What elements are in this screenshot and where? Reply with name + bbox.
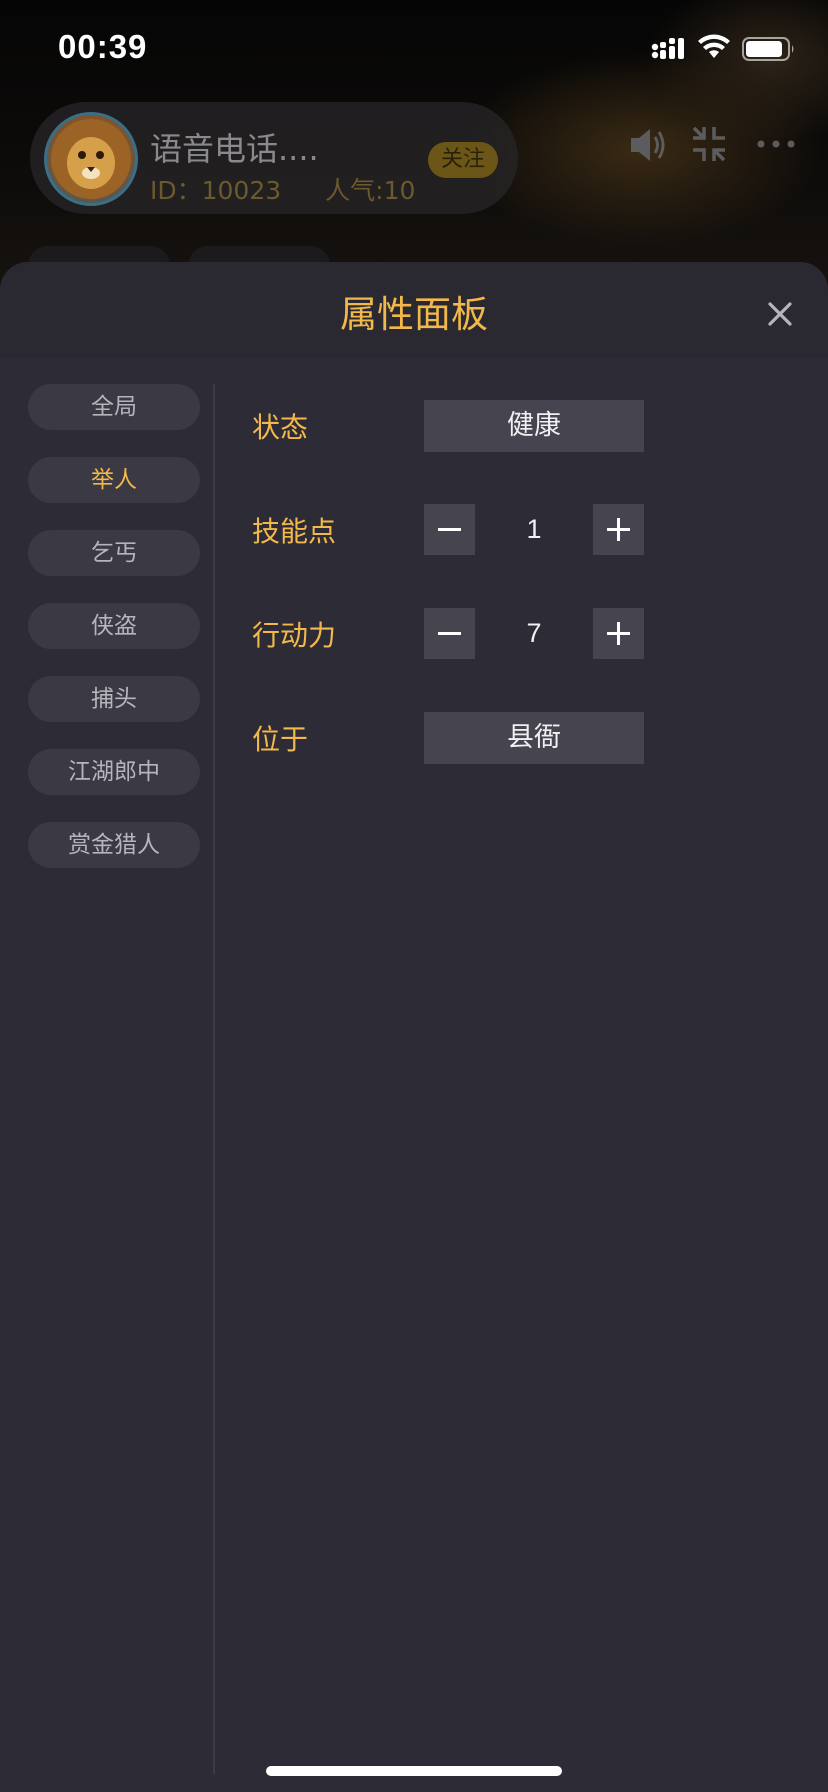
location-label: 位于 — [252, 723, 309, 756]
panel-title: 属性面板 — [340, 293, 488, 336]
cellular-signal-icon — [651, 38, 684, 59]
close-icon[interactable] — [762, 296, 798, 332]
room-meta: ID：10023 人气:10 — [150, 171, 415, 207]
attribute-panel: 属性面板 全局 举人 乞丐 侠盗 捕头 江湖郎中 赏金猎人 状态 健康 技能点 … — [0, 262, 828, 1792]
skill-points-increment-button[interactable] — [593, 504, 644, 555]
follow-button[interactable]: 关注 — [428, 142, 498, 178]
skill-points-label: 技能点 — [252, 515, 337, 548]
category-constable[interactable]: 捕头 — [28, 676, 200, 722]
minimize-icon[interactable] — [690, 124, 728, 164]
panel-header: 属性面板 — [0, 262, 828, 358]
home-indicator[interactable] — [266, 1766, 562, 1776]
wifi-icon — [698, 34, 730, 58]
category-bounty-hunter[interactable]: 赏金猎人 — [28, 822, 200, 868]
category-doctor[interactable]: 江湖郎中 — [28, 749, 200, 795]
room-id: ID：10023 — [150, 176, 282, 205]
minus-icon — [438, 632, 461, 635]
action-points-label: 行动力 — [252, 619, 337, 652]
room-avatar[interactable] — [44, 112, 138, 206]
category-scholar[interactable]: 举人 — [28, 457, 200, 503]
action-points-value: 7 — [526, 618, 542, 648]
category-global[interactable]: 全局 — [28, 384, 200, 430]
category-thief[interactable]: 侠盗 — [28, 603, 200, 649]
sidebar-divider — [213, 384, 215, 1774]
more-icon[interactable] — [756, 138, 796, 150]
location-select[interactable]: 县衙 — [424, 712, 644, 764]
minus-icon — [438, 528, 461, 531]
action-points-decrement-button[interactable] — [424, 608, 475, 659]
skill-points-value: 1 — [526, 514, 542, 544]
status-label: 状态 — [252, 411, 309, 444]
action-points-increment-button[interactable] — [593, 608, 644, 659]
status-bar: 00:39 — [0, 0, 828, 96]
skill-points-decrement-button[interactable] — [424, 504, 475, 555]
status-select[interactable]: 健康 — [424, 400, 644, 452]
category-beggar[interactable]: 乞丐 — [28, 530, 200, 576]
room-title: 语音电话.... — [150, 130, 319, 168]
status-time: 00:39 — [58, 28, 148, 65]
speaker-icon[interactable] — [628, 124, 668, 166]
battery-icon — [742, 37, 794, 61]
room-popularity: 人气:10 — [325, 176, 416, 205]
